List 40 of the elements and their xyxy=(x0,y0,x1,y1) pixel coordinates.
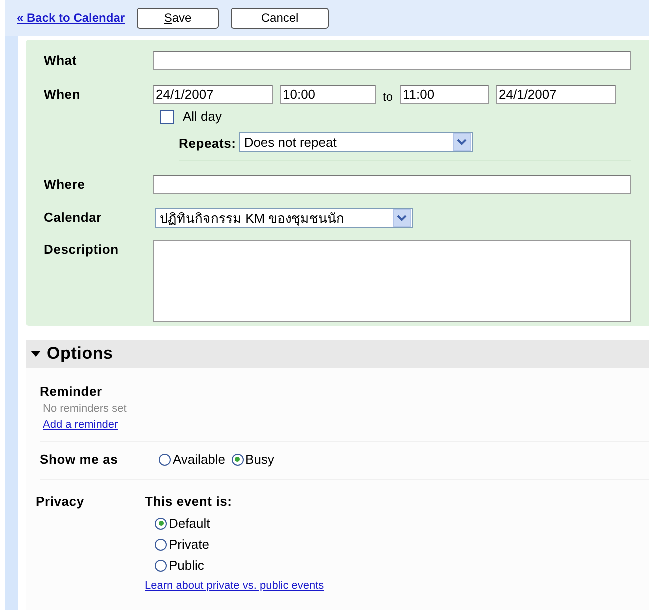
field-label: When xyxy=(44,86,82,102)
description-field[interactable] xyxy=(153,240,631,322)
where-field[interactable] xyxy=(153,175,631,194)
field-label: Description xyxy=(44,241,120,257)
radio-option[interactable]: Available xyxy=(159,452,226,467)
field-label: Where xyxy=(44,176,86,192)
end-date-field[interactable]: 24/1/2007 xyxy=(496,85,616,104)
start-date-field[interactable]: 24/1/2007 xyxy=(153,85,273,104)
field-label: Calendar xyxy=(44,209,104,225)
add-reminder-link[interactable]: Add a reminder xyxy=(43,419,118,431)
radio-button[interactable] xyxy=(159,454,171,466)
radio-option[interactable]: Private xyxy=(155,537,649,552)
radio-button[interactable] xyxy=(155,518,167,530)
repeats-dropdown[interactable]: Does not repeat xyxy=(239,132,474,152)
all-day-checkbox[interactable] xyxy=(160,110,174,124)
cancel-button[interactable]: Cancel xyxy=(231,8,330,28)
repeats-label: Repeats: xyxy=(179,134,236,150)
save-button[interactable]: Save xyxy=(137,8,220,28)
privacy-info-link[interactable]: Learn about private vs. public events xyxy=(145,580,324,592)
radio-button[interactable] xyxy=(155,538,167,550)
radio-option[interactable]: Public xyxy=(155,558,649,573)
back-link[interactable]: « Back to Calendar xyxy=(17,11,126,25)
field-label: What xyxy=(44,52,78,68)
all-day-label: All day xyxy=(183,109,222,124)
radio-option[interactable]: Default xyxy=(155,516,649,531)
calendar-dropdown[interactable]: ปฏิทินกิจกรรม KM ของชุมชนนัก xyxy=(155,208,413,228)
reminder-label: Reminder xyxy=(40,383,104,399)
privacy-label: Privacy xyxy=(36,493,86,511)
start-time-field[interactable]: 10:00 xyxy=(280,85,376,104)
reminder-status: No reminders set xyxy=(43,403,128,415)
end-time-field[interactable]: 11:00 xyxy=(400,85,490,104)
to-label: to xyxy=(383,90,394,104)
show-me-as-label: Show me as xyxy=(40,452,120,467)
privacy-heading: This event is: xyxy=(145,493,234,509)
radio-option[interactable]: Busy xyxy=(232,452,274,467)
collapse-triangle-icon xyxy=(31,349,41,359)
radio-button[interactable] xyxy=(155,560,167,572)
what-field[interactable] xyxy=(153,51,631,70)
radio-button[interactable] xyxy=(232,454,244,466)
options-header[interactable]: Options xyxy=(26,340,649,368)
